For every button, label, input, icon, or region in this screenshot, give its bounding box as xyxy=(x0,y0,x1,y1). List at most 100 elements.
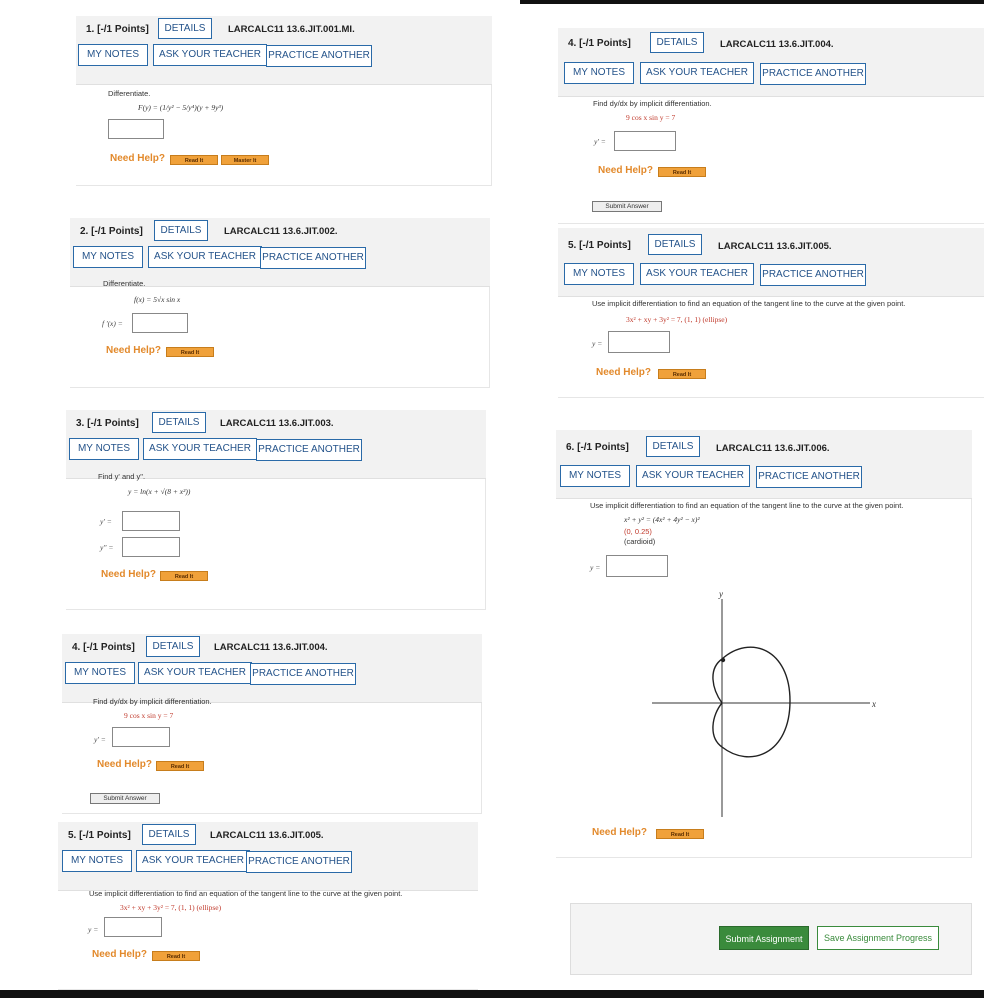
my-notes-button[interactable]: MY NOTES xyxy=(65,662,135,684)
x-axis-label: x xyxy=(871,699,876,709)
master-it-button[interactable]: Master It xyxy=(221,155,269,165)
need-help-label: Need Help? xyxy=(592,827,648,838)
question-1: 1. [-/1 Points] DETAILS LARCALC11 13.6.J… xyxy=(76,16,492,186)
assignment-actions-panel: Submit Assignment Save Assignment Progre… xyxy=(570,903,972,975)
question-4-number: 4. [-/1 Points] xyxy=(72,642,135,653)
read-it-button[interactable]: Read It xyxy=(656,829,704,839)
practice-another-button[interactable]: PRACTICE ANOTHER xyxy=(260,247,366,269)
answer-input-1[interactable] xyxy=(122,511,180,531)
question-2-prompt: Differentiate. xyxy=(103,279,146,288)
read-it-button[interactable]: Read It xyxy=(160,571,208,581)
question-3-code: LARCALC11 13.6.JIT.003. xyxy=(220,418,334,429)
question-4-equation: 9 cos x sin y = 7 xyxy=(626,113,676,122)
answer-input[interactable] xyxy=(606,555,668,577)
answer-label: y' = xyxy=(94,735,106,744)
read-it-button[interactable]: Read It xyxy=(170,155,218,165)
my-notes-button[interactable]: MY NOTES xyxy=(62,850,132,872)
ask-teacher-button[interactable]: ASK YOUR TEACHER xyxy=(153,44,267,66)
answer-input[interactable] xyxy=(614,131,676,151)
need-help-label: Need Help? xyxy=(598,165,654,176)
details-button[interactable]: DETAILS xyxy=(646,436,700,457)
question-5-code: LARCALC11 13.6.JIT.005. xyxy=(718,241,832,252)
ask-teacher-button[interactable]: ASK YOUR TEACHER xyxy=(136,850,250,872)
details-button[interactable]: DETAILS xyxy=(650,32,704,53)
question-3-prompt: Find y' and y". xyxy=(98,472,146,481)
question-2-body: Differentiate. f(x) = 5√x sin x f '(x) =… xyxy=(70,279,490,388)
question-5-code: LARCALC11 13.6.JIT.005. xyxy=(210,830,324,841)
question-1-equation: F(y) = (1/y² − 5/y⁴)(y + 9y³) xyxy=(138,103,224,112)
question-1-prompt: Differentiate. xyxy=(108,89,151,98)
my-notes-button[interactable]: MY NOTES xyxy=(564,263,634,285)
details-button[interactable]: DETAILS xyxy=(146,636,200,657)
top-edge-bar xyxy=(520,0,984,4)
y-axis-label: y xyxy=(718,589,723,599)
answer-input[interactable] xyxy=(104,917,162,937)
question-5-header: 5. [-/1 Points] DETAILS LARCALC11 13.6.J… xyxy=(558,228,984,297)
practice-another-button[interactable]: PRACTICE ANOTHER xyxy=(246,851,352,873)
ask-teacher-button[interactable]: ASK YOUR TEACHER xyxy=(640,62,754,84)
question-5-body: Use implicit differentiation to find an … xyxy=(558,297,984,398)
question-4: 4. [-/1 Points] DETAILS LARCALC11 13.6.J… xyxy=(62,634,482,814)
question-4-body: Find dy/dx by implicit differentiation. … xyxy=(558,97,984,224)
question-4-code: LARCALC11 13.6.JIT.004. xyxy=(214,642,328,653)
details-button[interactable]: DETAILS xyxy=(142,824,196,845)
practice-another-button[interactable]: PRACTICE ANOTHER xyxy=(760,63,866,85)
question-2-number: 2. [-/1 Points] xyxy=(80,226,143,237)
need-help-label: Need Help? xyxy=(106,345,162,356)
details-button[interactable]: DETAILS xyxy=(158,18,212,39)
my-notes-button[interactable]: MY NOTES xyxy=(560,465,630,487)
my-notes-button[interactable]: MY NOTES xyxy=(73,246,143,268)
question-1-body: Differentiate. F(y) = (1/y² − 5/y⁴)(y + … xyxy=(76,85,492,186)
read-it-button[interactable]: Read It xyxy=(152,951,200,961)
question-6: 6. [-/1 Points] DETAILS LARCALC11 13.6.J… xyxy=(556,430,972,858)
question-6-code: LARCALC11 13.6.JIT.006. xyxy=(716,443,830,454)
read-it-button[interactable]: Read It xyxy=(166,347,214,357)
question-1-number: 1. [-/1 Points] xyxy=(86,24,149,35)
question-4-code: LARCALC11 13.6.JIT.004. xyxy=(720,39,834,50)
question-5-equation: 3x² + xy + 3y² = 7, (1, 1) (ellipse) xyxy=(626,315,728,324)
practice-another-button[interactable]: PRACTICE ANOTHER xyxy=(756,466,862,488)
practice-another-button[interactable]: PRACTICE ANOTHER xyxy=(760,264,866,286)
submit-answer-button[interactable]: Submit Answer xyxy=(90,793,160,804)
answer-input[interactable] xyxy=(108,119,164,139)
question-6-number: 6. [-/1 Points] xyxy=(566,442,629,453)
question-4-right: 4. [-/1 Points] DETAILS LARCALC11 13.6.J… xyxy=(558,28,984,224)
read-it-button[interactable]: Read It xyxy=(658,369,706,379)
ask-teacher-button[interactable]: ASK YOUR TEACHER xyxy=(640,263,754,285)
read-it-button[interactable]: Read It xyxy=(156,761,204,771)
details-button[interactable]: DETAILS xyxy=(154,220,208,241)
answer-input[interactable] xyxy=(132,313,188,333)
question-6-header: 6. [-/1 Points] DETAILS LARCALC11 13.6.J… xyxy=(556,430,972,499)
ask-teacher-button[interactable]: ASK YOUR TEACHER xyxy=(148,246,262,268)
details-button[interactable]: DETAILS xyxy=(648,234,702,255)
details-button[interactable]: DETAILS xyxy=(152,412,206,433)
my-notes-button[interactable]: MY NOTES xyxy=(69,438,139,460)
answer-label: y = xyxy=(592,339,603,348)
submit-answer-button[interactable]: Submit Answer xyxy=(592,201,662,212)
practice-another-button[interactable]: PRACTICE ANOTHER xyxy=(266,45,372,67)
ask-teacher-button[interactable]: ASK YOUR TEACHER xyxy=(138,662,252,684)
answer-label-1: y' = xyxy=(100,517,112,526)
practice-another-button[interactable]: PRACTICE ANOTHER xyxy=(250,663,356,685)
practice-another-button[interactable]: PRACTICE ANOTHER xyxy=(256,439,362,461)
submit-assignment-button[interactable]: Submit Assignment xyxy=(719,926,809,950)
answer-input-2[interactable] xyxy=(122,537,180,557)
question-3: 3. [-/1 Points] DETAILS LARCALC11 13.6.J… xyxy=(66,410,486,610)
question-2-code: LARCALC11 13.6.JIT.002. xyxy=(224,226,338,237)
answer-label: y' = xyxy=(594,137,606,146)
need-help-label: Need Help? xyxy=(596,367,652,378)
question-6-body: Use implicit differentiation to find an … xyxy=(556,499,972,858)
answer-label: y = xyxy=(590,563,601,572)
need-help-label: Need Help? xyxy=(101,569,157,580)
ask-teacher-button[interactable]: ASK YOUR TEACHER xyxy=(636,465,750,487)
my-notes-button[interactable]: MY NOTES xyxy=(78,44,148,66)
answer-input[interactable] xyxy=(112,727,170,747)
tangent-point-marker xyxy=(720,657,726,663)
answer-input[interactable] xyxy=(608,331,670,353)
question-5-equation: 3x² + xy + 3y² = 7, (1, 1) (ellipse) xyxy=(120,903,222,912)
read-it-button[interactable]: Read It xyxy=(658,167,706,177)
my-notes-button[interactable]: MY NOTES xyxy=(564,62,634,84)
question-5-body: Use implicit differentiation to find an … xyxy=(58,889,478,990)
ask-teacher-button[interactable]: ASK YOUR TEACHER xyxy=(143,438,257,460)
save-progress-button[interactable]: Save Assignment Progress xyxy=(817,926,939,950)
